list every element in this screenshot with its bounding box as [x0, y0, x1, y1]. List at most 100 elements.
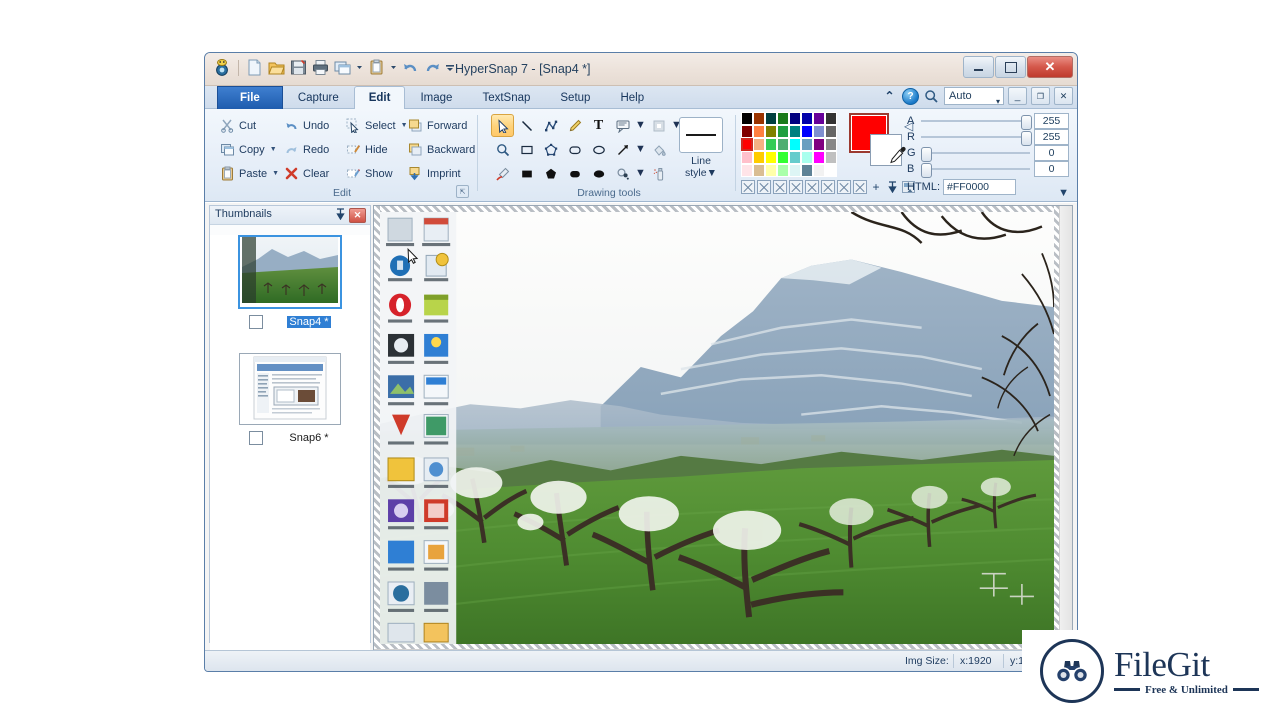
color-swatch[interactable] [741, 125, 753, 138]
blur-tool[interactable] [611, 162, 634, 185]
alpha-slider[interactable] [921, 113, 1030, 129]
minimize-button[interactable] [963, 56, 994, 78]
red-slider[interactable] [921, 129, 1030, 145]
redo-button[interactable]: Redo [279, 138, 334, 161]
color-swatch[interactable] [813, 138, 825, 151]
color-swatch[interactable] [825, 164, 837, 177]
forward-button[interactable]: Forward [403, 114, 480, 137]
transparent-swatch[interactable] [821, 180, 835, 194]
thumbnail-name[interactable]: Snap6 * [287, 432, 330, 444]
highlight-tool[interactable] [647, 114, 670, 137]
capture-window-icon[interactable] [333, 58, 352, 77]
transparent-swatch[interactable] [853, 180, 867, 194]
arrow-select-tool[interactable] [491, 114, 514, 137]
tab-edit[interactable]: Edit [354, 86, 406, 109]
tab-help[interactable]: Help [605, 86, 659, 109]
hide-button[interactable]: Hide [341, 138, 413, 161]
color-panel-dropdown-icon[interactable]: ▼ [1058, 187, 1069, 199]
rectangle-tool[interactable] [515, 138, 538, 161]
color-swatch[interactable] [765, 112, 777, 125]
thumbnail-name[interactable]: Snap4 * [287, 316, 330, 328]
line-style-button[interactable]: Line style▼ [679, 117, 723, 179]
green-slider[interactable] [921, 145, 1030, 161]
color-swatch[interactable] [753, 112, 765, 125]
red-value[interactable]: 255 [1034, 129, 1069, 145]
imprint-button[interactable]: Imprint [403, 162, 480, 185]
color-swatch[interactable] [777, 164, 789, 177]
color-swatch[interactable] [741, 112, 753, 125]
color-swatch[interactable] [825, 138, 837, 151]
color-swatch[interactable] [741, 164, 753, 177]
color-swatch[interactable] [753, 138, 765, 151]
color-swatch[interactable] [765, 138, 777, 151]
magnifier-icon[interactable] [923, 88, 940, 105]
copy-button[interactable]: Copy ▼ [215, 138, 284, 161]
color-swatch[interactable] [801, 138, 813, 151]
color-swatch[interactable] [813, 164, 825, 177]
pencil-tool[interactable] [563, 114, 586, 137]
cut-button[interactable]: Cut [215, 114, 284, 137]
color-swatch[interactable] [777, 112, 789, 125]
new-icon[interactable] [245, 58, 264, 77]
thumbnail-checkbox[interactable] [249, 431, 263, 445]
line-tool[interactable] [515, 114, 538, 137]
restore-button[interactable] [995, 56, 1026, 78]
color-swatch[interactable] [765, 125, 777, 138]
eraser-tool[interactable] [491, 162, 514, 185]
color-swatch[interactable] [825, 125, 837, 138]
color-swatch[interactable] [801, 112, 813, 125]
close-panel-icon[interactable]: ✕ [349, 208, 366, 223]
color-swatch[interactable] [777, 151, 789, 164]
color-swatch[interactable] [765, 164, 777, 177]
color-swatch[interactable] [765, 151, 777, 164]
spray-tool[interactable] [647, 162, 670, 185]
mdi-restore-button[interactable]: ❐ [1031, 87, 1050, 105]
add-color-button[interactable]: + [869, 180, 883, 194]
filled-rect-tool[interactable] [515, 162, 538, 185]
paste-caret-icon[interactable] [389, 58, 398, 77]
color-swatch[interactable] [801, 164, 813, 177]
fill-tool[interactable] [647, 138, 670, 161]
customize-qat-icon[interactable] [445, 58, 455, 77]
thumbnail-preview-snap6[interactable] [239, 353, 341, 425]
transparent-swatch[interactable] [757, 180, 771, 194]
transparent-swatch[interactable] [789, 180, 803, 194]
alpha-value[interactable]: 255 [1034, 113, 1069, 129]
color-swatch[interactable] [789, 138, 801, 151]
eyedropper-icon[interactable] [889, 146, 907, 164]
zoom-tool[interactable] [491, 138, 514, 161]
tab-image[interactable]: Image [405, 86, 467, 109]
color-swatch[interactable] [825, 112, 837, 125]
filled-polygon-tool[interactable] [539, 162, 562, 185]
paste-button[interactable]: Paste ▼ [215, 162, 284, 185]
arrow-tool[interactable] [611, 138, 634, 161]
color-swatch[interactable] [789, 151, 801, 164]
capture-window-caret-icon[interactable] [355, 58, 364, 77]
color-swatch[interactable] [753, 151, 765, 164]
color-swatch[interactable] [813, 125, 825, 138]
backward-button[interactable]: Backward [403, 138, 480, 161]
zoom-level-select[interactable]: Auto ▾ [944, 87, 1004, 105]
color-swatch[interactable] [777, 125, 789, 138]
color-swatch[interactable] [789, 125, 801, 138]
thumbnail-preview-snap4[interactable] [238, 235, 342, 309]
transparent-swatch[interactable] [773, 180, 787, 194]
color-swatch[interactable] [777, 138, 789, 151]
undo-button[interactable]: Undo [279, 114, 334, 137]
canvas-vertical-scrollbar[interactable] [1059, 206, 1072, 650]
select-button[interactable]: Select ▼ [341, 114, 413, 137]
polygon-tool[interactable] [539, 138, 562, 161]
color-swatch[interactable] [753, 164, 765, 177]
transparent-swatch[interactable] [837, 180, 851, 194]
color-swatch[interactable] [753, 125, 765, 138]
color-swatch[interactable] [813, 151, 825, 164]
transparent-swatch[interactable] [741, 180, 755, 194]
undo-icon[interactable] [401, 58, 420, 77]
blur-caret-icon[interactable]: ▼ [635, 162, 646, 183]
clear-button[interactable]: Clear [279, 162, 334, 185]
color-swatch[interactable] [789, 112, 801, 125]
mdi-minimize-button[interactable]: _ [1008, 87, 1027, 105]
show-button[interactable]: Show [341, 162, 413, 185]
callout-caret-icon[interactable]: ▼ [635, 114, 646, 135]
color-swatch[interactable] [789, 164, 801, 177]
